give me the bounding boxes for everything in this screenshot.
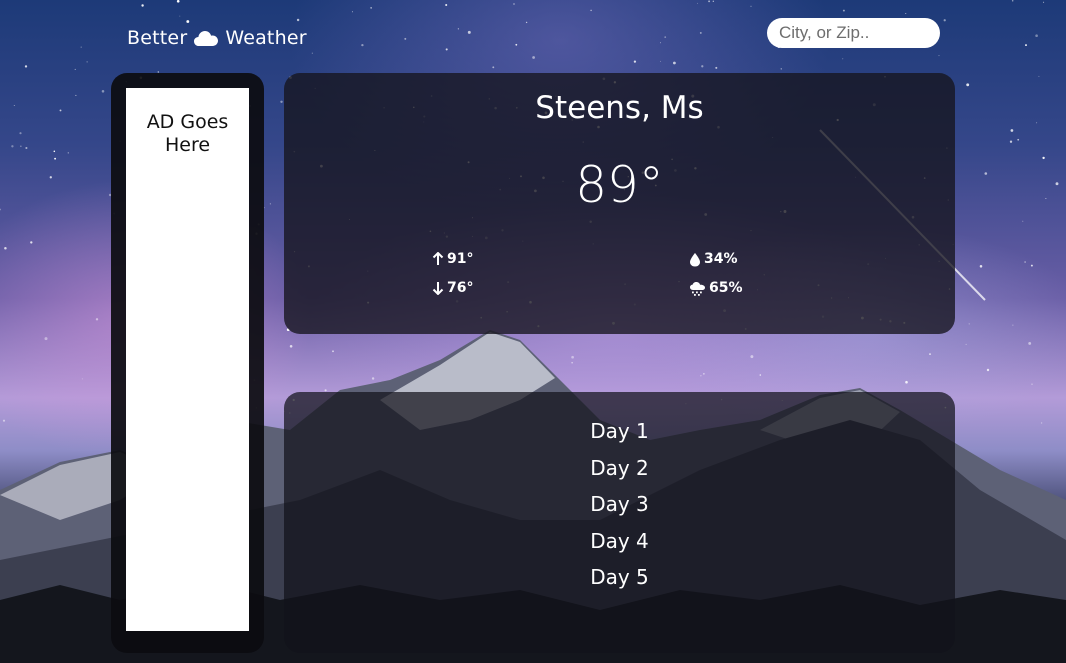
logo-text-weather: Weather xyxy=(225,27,307,49)
forecast-day[interactable]: Day 5 xyxy=(284,562,955,599)
high-temperature: 91° xyxy=(432,251,473,267)
search-input[interactable] xyxy=(767,18,940,48)
arrow-down-icon xyxy=(432,281,444,295)
forecast-day[interactable]: Day 3 xyxy=(284,489,955,526)
rain-cloud-icon xyxy=(689,281,706,296)
humidity: 34% xyxy=(689,251,738,267)
droplet-icon xyxy=(689,252,701,267)
high-temperature-value: 91° xyxy=(447,251,474,267)
forecast-day[interactable]: Day 2 xyxy=(284,453,955,490)
low-temperature-value: 76° xyxy=(447,280,474,296)
ad-sidebar: AD Goes Here xyxy=(111,73,264,653)
city-name: Steens, Ms xyxy=(535,90,704,126)
app-logo[interactable]: Better Weather xyxy=(127,24,307,52)
precipitation: 65% xyxy=(689,280,743,296)
humidity-value: 34% xyxy=(704,251,738,267)
forecast-day[interactable]: Day 1 xyxy=(284,416,955,453)
low-temperature: 76° xyxy=(432,280,473,296)
current-temperature: 89° xyxy=(575,156,664,214)
logo-text-better: Better xyxy=(127,27,188,49)
arrow-up-icon xyxy=(432,252,444,266)
ad-placeholder[interactable]: AD Goes Here xyxy=(126,88,249,631)
cloud-icon xyxy=(193,28,219,48)
current-weather-card: Steens, Ms 89° 91° 76° 34% 65% xyxy=(284,73,955,334)
forecast-day[interactable]: Day 4 xyxy=(284,526,955,563)
forecast-card: Day 1 Day 2 Day 3 Day 4 Day 5 xyxy=(284,392,955,653)
forecast-list: Day 1 Day 2 Day 3 Day 4 Day 5 xyxy=(284,416,955,599)
precipitation-value: 65% xyxy=(709,280,743,296)
